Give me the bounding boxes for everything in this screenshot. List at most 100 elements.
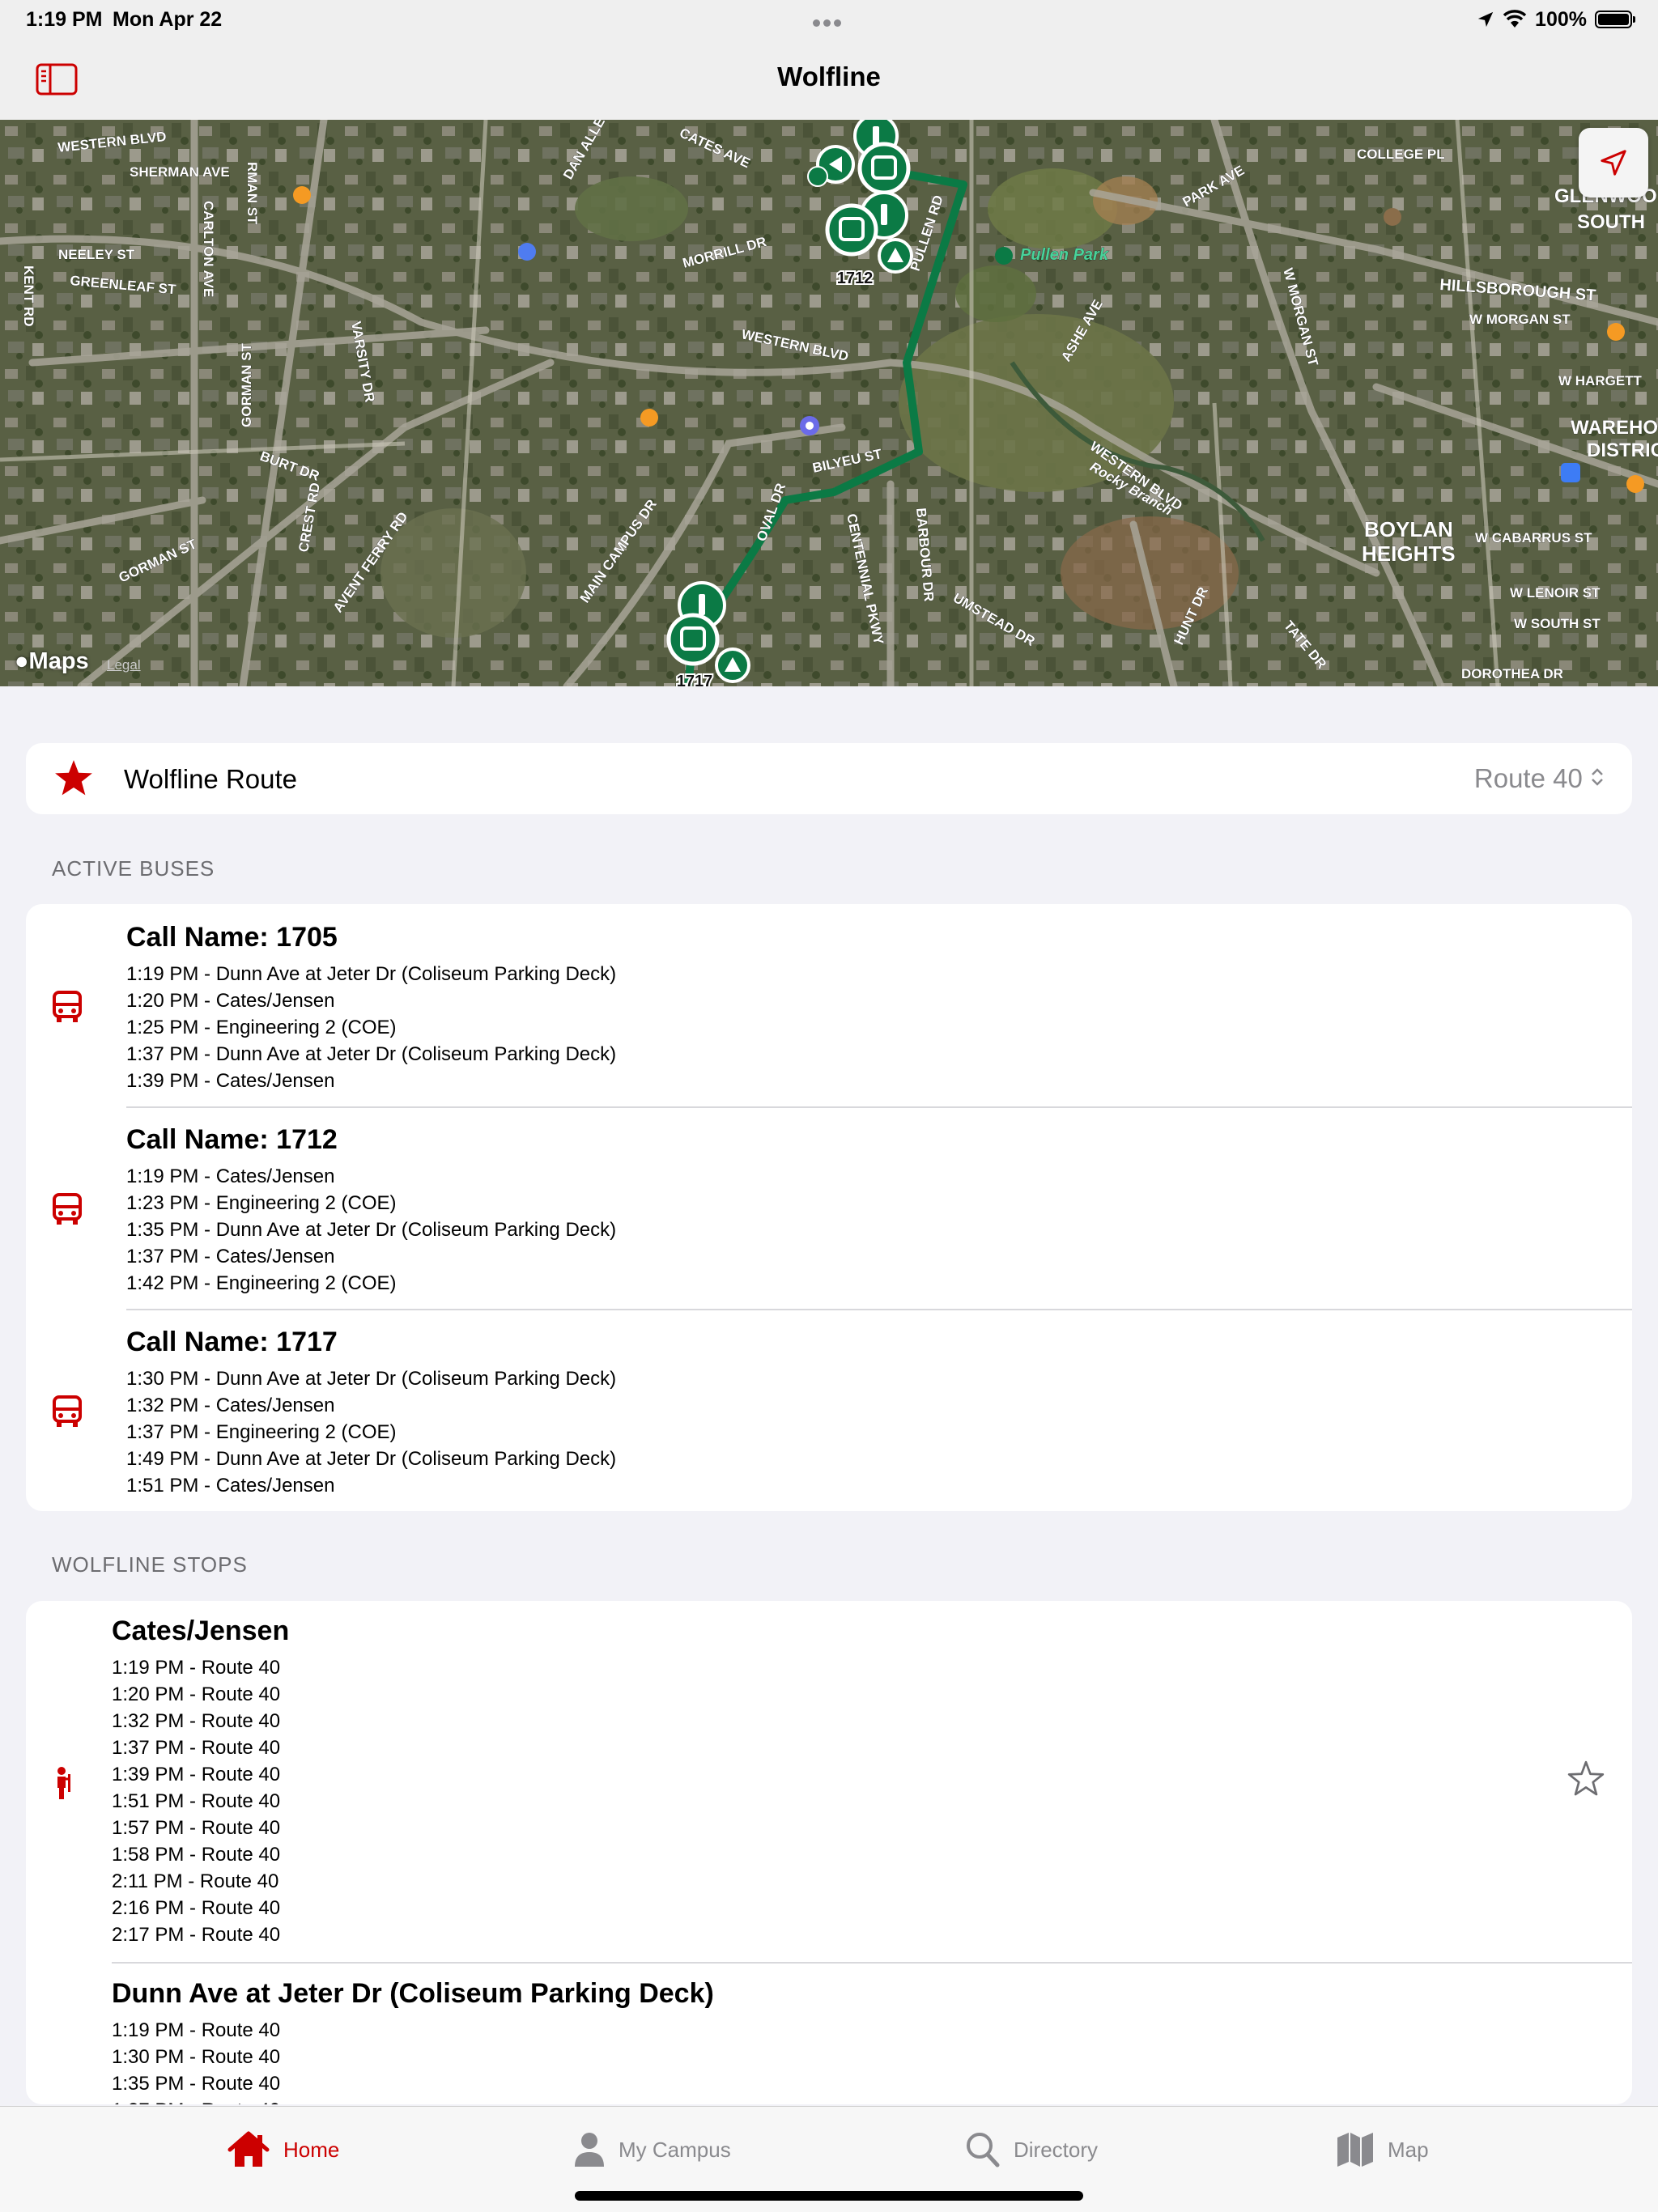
route-select[interactable]: Route 40 — [1474, 763, 1605, 794]
map-area-label: Pullen Park — [1020, 246, 1109, 264]
map-area-label: SOUTH — [1577, 211, 1645, 233]
stop-arrival: 1:51 PM - Route 40 — [112, 1790, 281, 1812]
wifi-icon — [1503, 10, 1527, 28]
map-street-label: W SOUTH ST — [1514, 616, 1601, 631]
person-icon — [575, 2133, 604, 2167]
bus-icon — [53, 1395, 82, 1427]
battery-icon — [1595, 11, 1635, 28]
status-bar: 1:19 PM Mon Apr 22 100% — [0, 0, 1658, 39]
apple-logo-icon: ● — [15, 648, 29, 674]
stop-arrival: 1:20 PM - Route 40 — [112, 1683, 281, 1705]
bus-call-name: Call Name: 1705 — [126, 922, 338, 953]
map-area-label: WAREHOU — [1571, 417, 1658, 439]
bus-arrival: 1:20 PM - Cates/Jensen — [126, 990, 335, 1012]
stop-arrival: 1:57 PM - Route 40 — [112, 1817, 281, 1839]
location-arrow-icon — [1477, 11, 1494, 28]
bus-row[interactable]: Call Name: 1717 1:30 PM - Dunn Ave at Je… — [26, 1309, 1632, 1511]
tab-bar: Home My Campus Directory Map — [0, 2106, 1658, 2212]
stop-arrival: 1:39 PM - Route 40 — [112, 1764, 281, 1785]
stop-row[interactable]: Dunn Ave at Jeter Dr (Coliseum Parking D… — [26, 1964, 1632, 2104]
map-area-label: DISTRIC — [1587, 439, 1658, 461]
bus-arrival: 1:19 PM - Dunn Ave at Jeter Dr (Coliseum… — [126, 963, 617, 985]
stop-name: Cates/Jensen — [112, 1615, 290, 1646]
apple-maps-logo: ●Maps — [15, 648, 89, 674]
stop-arrival: 1:30 PM - Route 40 — [112, 2046, 281, 2068]
bus-icon — [53, 1193, 82, 1225]
bus-arrival: 1:19 PM - Cates/Jensen — [126, 1165, 335, 1187]
battery-percent: 100% — [1535, 7, 1587, 31]
map-street-label: DOROTHEA DR — [1461, 666, 1563, 681]
stop-arrival: 1:19 PM - Route 40 — [112, 2019, 281, 2041]
stop-arrival: 2:17 PM - Route 40 — [112, 1924, 281, 1946]
tab-label: Map — [1388, 2137, 1429, 2162]
bus-row[interactable]: Call Name: 1712 1:19 PM - Cates/Jensen 1… — [26, 1106, 1632, 1309]
map-bus-label: 1717 — [677, 673, 713, 686]
route-select-value: Route 40 — [1473, 763, 1583, 793]
tab-home[interactable]: Home — [227, 2129, 339, 2170]
status-date: Mon Apr 22 — [113, 8, 223, 31]
magnifier-icon — [967, 2133, 1000, 2167]
stop-name: Dunn Ave at Jeter Dr (Coliseum Parking D… — [112, 1978, 714, 2009]
map-street-label: SHERMAN AVE — [130, 164, 230, 180]
map-bus-label: 1712 — [837, 270, 874, 287]
map-street-label: W MORGAN ST — [1469, 312, 1571, 327]
home-indicator[interactable] — [575, 2191, 1083, 2201]
active-buses-list: Call Name: 1705 1:19 PM - Dunn Ave at Je… — [26, 904, 1632, 1511]
route-map[interactable]: WESTERN BLVD SHERMAN AVE NEELEY ST GREEN… — [0, 120, 1658, 686]
bus-arrival: 1:23 PM - Engineering 2 (COE) — [126, 1192, 397, 1214]
legal-link[interactable]: Legal — [107, 657, 141, 673]
stop-arrival: 2:11 PM - Route 40 — [112, 1870, 279, 1892]
stop-row[interactable]: Cates/Jensen 1:19 PM - Route 40 1:20 PM … — [26, 1601, 1632, 1964]
tab-map[interactable]: Map — [1336, 2129, 1429, 2170]
route-picker-row[interactable]: Wolfline Route Route 40 — [26, 743, 1632, 814]
tab-label: Directory — [1014, 2137, 1099, 2162]
bus-arrival: 1:51 PM - Cates/Jensen — [126, 1475, 335, 1497]
tab-label: My Campus — [619, 2137, 731, 2162]
stop-arrival: 1:35 PM - Route 40 — [112, 2073, 281, 2095]
wolfline-stops-header: WOLFLINE STOPS — [52, 1552, 248, 1577]
map-icon — [1337, 2133, 1373, 2167]
map-street-label: KENT RD — [21, 265, 36, 327]
navigation-bar: Wolfline — [0, 39, 1658, 120]
favorite-star-button[interactable] — [1566, 1760, 1606, 1798]
bus-call-name: Call Name: 1717 — [126, 1327, 338, 1357]
bus-icon — [53, 991, 82, 1022]
page-title: Wolfline — [777, 62, 881, 91]
chevron-up-down-icon — [1592, 768, 1603, 786]
current-location-button[interactable] — [1579, 128, 1648, 197]
multitasking-dots[interactable] — [811, 16, 843, 31]
map-street-label: W LENOIR ST — [1510, 585, 1601, 601]
house-icon — [227, 2131, 270, 2167]
status-time: 1:19 PM — [26, 8, 103, 31]
status-indicators: 100% — [1477, 6, 1635, 32]
bus-arrival: 1:37 PM - Engineering 2 (COE) — [126, 1421, 397, 1443]
stop-arrival: 1:58 PM - Route 40 — [112, 1844, 281, 1866]
wolfline-stops-list: Cates/Jensen 1:19 PM - Route 40 1:20 PM … — [26, 1601, 1632, 2104]
bus-arrival: 1:42 PM - Engineering 2 (COE) — [126, 1272, 397, 1294]
stop-arrival: 1:32 PM - Route 40 — [112, 1710, 281, 1732]
star-filled-icon — [55, 760, 92, 796]
map-street-label: CARLTON AVE — [201, 201, 216, 297]
bus-arrival: 1:35 PM - Dunn Ave at Jeter Dr (Coliseum… — [126, 1219, 617, 1241]
person-waiting-icon — [57, 1767, 70, 1799]
satellite-map[interactable]: WESTERN BLVD SHERMAN AVE NEELEY ST GREEN… — [0, 120, 1658, 686]
tab-label: Home — [283, 2137, 340, 2162]
bus-arrival: 1:49 PM - Dunn Ave at Jeter Dr (Coliseum… — [126, 1448, 617, 1470]
bus-arrival: 1:30 PM - Dunn Ave at Jeter Dr (Coliseum… — [126, 1368, 617, 1390]
stop-arrival: 2:16 PM - Route 40 — [112, 1897, 281, 1919]
bus-arrival: 1:39 PM - Cates/Jensen — [126, 1070, 335, 1092]
tab-my-campus[interactable]: My Campus — [573, 2129, 731, 2170]
map-street-label: COLLEGE PL — [1357, 146, 1445, 162]
route-picker-label: Wolfline Route — [124, 764, 298, 794]
stop-arrival: 1:37 PM - Route 40 — [112, 2097, 280, 2104]
stop-arrival: 1:19 PM - Route 40 — [112, 1657, 281, 1679]
tab-directory[interactable]: Directory — [965, 2129, 1098, 2170]
map-street-label: W HARGETT — [1558, 373, 1643, 388]
bus-call-name: Call Name: 1712 — [126, 1124, 338, 1155]
map-area-label: HEIGHTS — [1362, 541, 1456, 566]
map-street-label: W CABARRUS ST — [1475, 530, 1592, 546]
map-street-label: RMAN ST — [244, 162, 260, 225]
location-arrow-icon — [1601, 150, 1626, 176]
bus-row[interactable]: Call Name: 1705 1:19 PM - Dunn Ave at Je… — [26, 904, 1632, 1106]
active-buses-header: ACTIVE BUSES — [52, 856, 215, 881]
